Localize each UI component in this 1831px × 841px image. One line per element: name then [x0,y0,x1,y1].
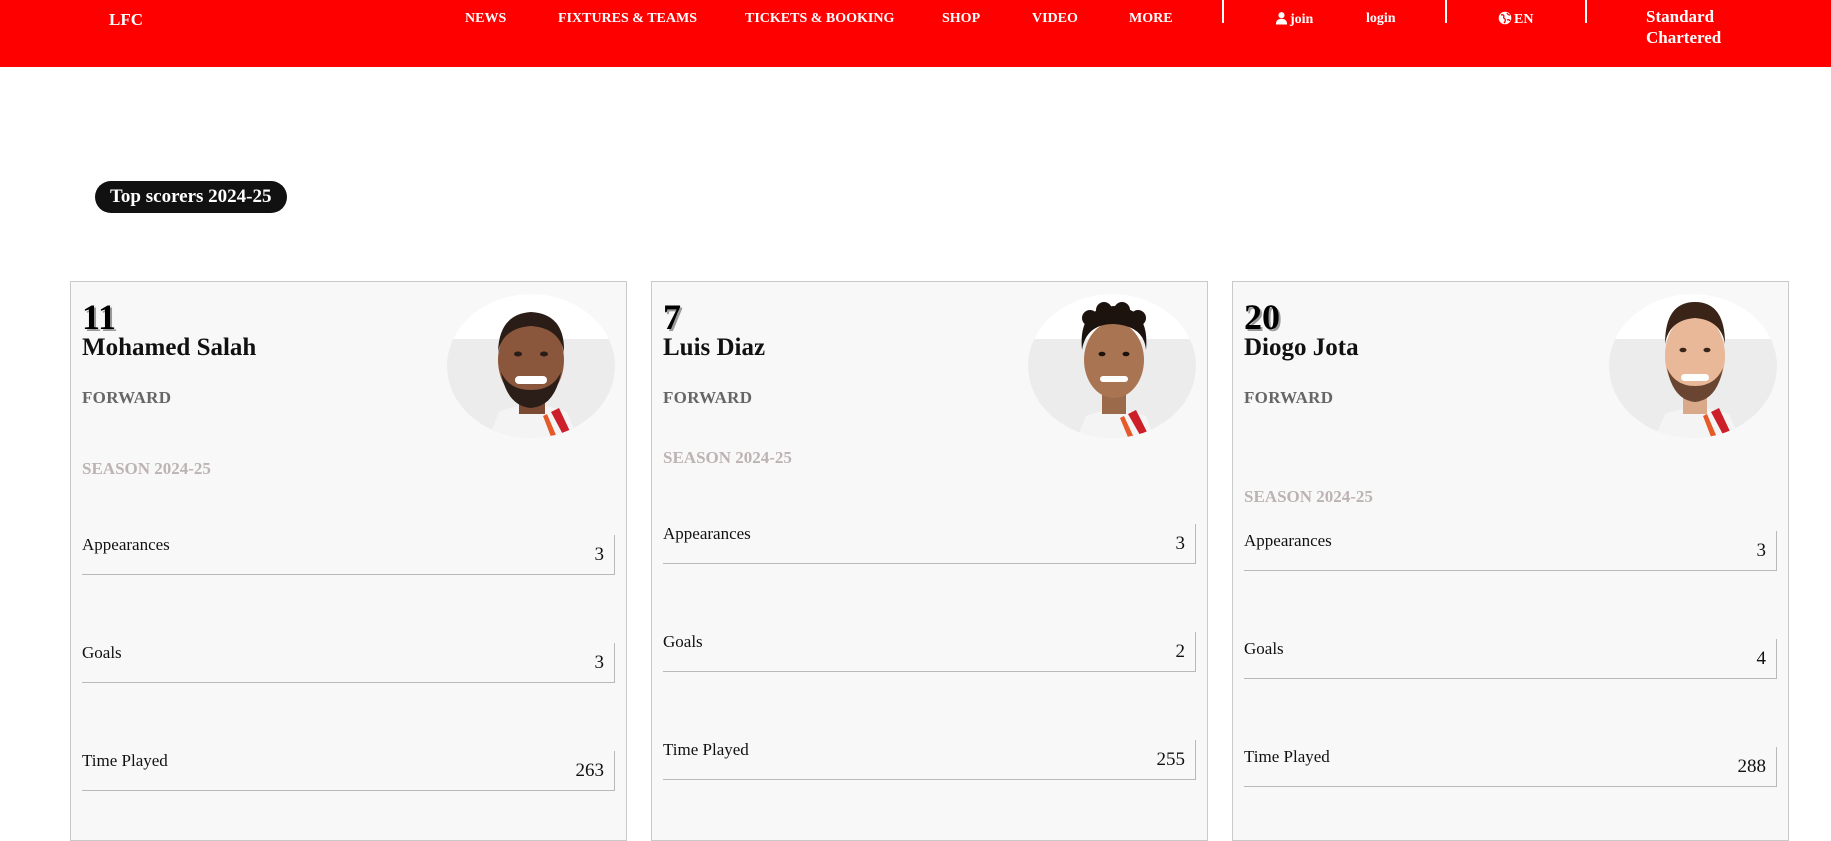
stat-row-time-played: 255 [663,740,1196,780]
nav-item-more[interactable]: MORE [1129,11,1173,27]
login-link[interactable]: login [1366,11,1396,27]
nav-item-fixtures-teams[interactable]: FIXTURES & TEAMS [558,11,697,27]
stat-value-goals: 3 [594,652,605,673]
nav-divider [1222,0,1224,23]
stat-row-goals: 3 [82,643,615,683]
player-photo [1609,294,1777,438]
user-icon [1275,12,1288,25]
stat-row-time-played: 263 [82,751,615,791]
player-name: Luis Diaz [663,334,766,361]
nav-item-video[interactable]: VIDEO [1032,11,1078,27]
player-card[interactable]: 11 Mohamed Salah FORWARD SEASON 2024-25 … [70,281,627,841]
season-label: SEASON 2024-25 [1244,487,1373,506]
section-title-pill: Top scorers 2024-25 [95,181,287,213]
nav-divider [1445,0,1447,23]
stat-value-goals: 2 [1175,641,1186,662]
player-name: Mohamed Salah [82,334,257,361]
stat-value-goals: 4 [1756,648,1767,669]
lfc-logo[interactable]: LFC [109,10,143,30]
globe-icon [1498,11,1512,25]
season-label: SEASON 2024-25 [82,459,211,478]
nav-item-shop[interactable]: SHOP [942,11,980,27]
top-nav-bar: LFC NEWS FIXTURES & TEAMS TICKETS & BOOK… [0,0,1831,67]
stat-value-time-played: 255 [1156,749,1186,770]
player-position: FORWARD [82,388,172,407]
stat-row-goals: 4 [1244,639,1777,679]
player-card[interactable]: 7 Luis Diaz FORWARD SEASON 2024-25 Appea… [651,281,1208,841]
join-label: join [1290,12,1314,27]
sponsor-logo[interactable]: Standard Chartered [1646,6,1721,48]
sponsor-line-2: Chartered [1646,28,1722,47]
stat-value-time-played: 288 [1737,756,1767,777]
stat-value-appearances: 3 [594,544,605,565]
player-number: 20 [1244,297,1280,337]
join-link[interactable]: join [1275,11,1313,28]
stat-value-appearances: 3 [1175,533,1186,554]
player-position: FORWARD [1244,388,1334,407]
stat-row-appearances: 3 [663,524,1196,564]
player-position: FORWARD [663,388,753,407]
language-label: EN [1514,12,1534,27]
stat-value-appearances: 3 [1756,540,1767,561]
stat-value-time-played: 263 [575,760,605,781]
player-photo [447,294,615,438]
player-card[interactable]: 20 Diogo Jota FORWARD SEASON 2024-25 App… [1232,281,1789,841]
stat-row-time-played: 288 [1244,747,1777,787]
stat-row-goals: 2 [663,632,1196,672]
season-label: SEASON 2024-25 [663,448,792,467]
nav-divider [1585,0,1587,23]
language-selector[interactable]: EN [1498,11,1533,28]
player-number: 11 [82,297,117,337]
nav-item-tickets-booking[interactable]: TICKETS & BOOKING [745,11,894,27]
sponsor-line-1: Standard [1646,7,1715,26]
player-name: Diogo Jota [1244,334,1359,361]
stat-row-appearances: 3 [1244,531,1777,571]
stat-row-appearances: 3 [82,535,615,575]
player-photo [1028,294,1196,438]
player-number: 7 [663,297,681,337]
nav-item-news[interactable]: NEWS [465,11,506,27]
